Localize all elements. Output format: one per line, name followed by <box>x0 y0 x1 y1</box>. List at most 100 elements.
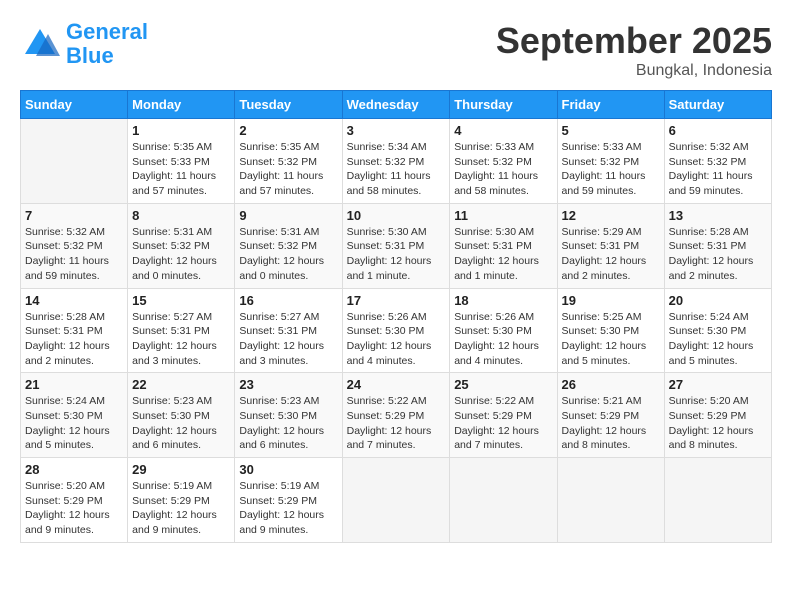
day-number: 12 <box>562 208 660 223</box>
day-info: Sunrise: 5:30 AM Sunset: 5:31 PM Dayligh… <box>454 225 552 284</box>
day-info: Sunrise: 5:24 AM Sunset: 5:30 PM Dayligh… <box>25 394 123 453</box>
calendar-cell: 18Sunrise: 5:26 AM Sunset: 5:30 PM Dayli… <box>450 288 557 373</box>
day-number: 21 <box>25 377 123 392</box>
day-number: 18 <box>454 293 552 308</box>
day-number: 15 <box>132 293 230 308</box>
title-block: September 2025 Bungkal, Indonesia <box>496 20 772 80</box>
month-title: September 2025 <box>496 20 772 62</box>
calendar-cell <box>21 119 128 204</box>
calendar-cell: 19 Sunrise: 5:25 AM Sunset: 5:30 PM Dayli… <box>557 288 664 373</box>
logo-icon <box>20 24 60 64</box>
day-number: 2 <box>239 123 337 138</box>
calendar-cell: 21 Sunrise: 5:24 AM Sunset: 5:30 PM Dayli… <box>21 373 128 458</box>
calendar-cell: 15 Sunrise: 5:27 AM Sunset: 5:31 PM Dayli… <box>128 288 235 373</box>
day-info: Sunrise: 5:35 AM Sunset: 5:33 PM Dayligh… <box>132 140 230 199</box>
day-info: Sunrise: 5:30 AM Sunset: 5:31 PM Dayligh… <box>347 225 446 284</box>
calendar-header-row: SundayMondayTuesdayWednesdayThursdayFrid… <box>21 91 772 119</box>
header-tuesday: Tuesday <box>235 91 342 119</box>
header-wednesday: Wednesday <box>342 91 450 119</box>
calendar-cell: 24 Sunrise: 5:22 AM Sunset: 5:29 PM Dayli… <box>342 373 450 458</box>
day-info: Sunrise: 5:26 AM Sunset: 5:30 PM Dayligh… <box>347 310 446 369</box>
header-monday: Monday <box>128 91 235 119</box>
calendar-cell <box>557 458 664 543</box>
calendar-cell: 10 Sunrise: 5:30 AM Sunset: 5:31 PM Dayli… <box>342 203 450 288</box>
calendar-cell: 16 Sunrise: 5:27 AM Sunset: 5:31 PM Dayli… <box>235 288 342 373</box>
day-number: 4 <box>454 123 552 138</box>
day-number: 10 <box>347 208 446 223</box>
calendar-cell: 8Sunrise: 5:31 AM Sunset: 5:32 PM Daylig… <box>128 203 235 288</box>
day-info: Sunrise: 5:27 AM Sunset: 5:31 PM Dayligh… <box>239 310 337 369</box>
day-number: 30 <box>239 462 337 477</box>
calendar-cell: 20 Sunrise: 5:24 AM Sunset: 5:30 PM Dayli… <box>664 288 771 373</box>
header-sunday: Sunday <box>21 91 128 119</box>
calendar-cell: 12 Sunrise: 5:29 AM Sunset: 5:31 PM Dayli… <box>557 203 664 288</box>
calendar-cell: 30 Sunrise: 5:19 AM Sunset: 5:29 PM Dayli… <box>235 458 342 543</box>
day-info: Sunrise: 5:32 AM Sunset: 5:32 PM Dayligh… <box>25 225 123 284</box>
calendar-cell: 28Sunrise: 5:20 AM Sunset: 5:29 PM Dayli… <box>21 458 128 543</box>
day-number: 23 <box>239 377 337 392</box>
day-number: 1 <box>132 123 230 138</box>
calendar-cell: 6Sunrise: 5:32 AM Sunset: 5:32 PM Daylig… <box>664 119 771 204</box>
day-number: 19 <box>562 293 660 308</box>
location-subtitle: Bungkal, Indonesia <box>496 62 772 80</box>
day-number: 7 <box>25 208 123 223</box>
day-info: Sunrise: 5:23 AM Sunset: 5:30 PM Dayligh… <box>239 394 337 453</box>
logo-text: General Blue <box>66 20 148 68</box>
day-number: 25 <box>454 377 552 392</box>
calendar-cell: 25 Sunrise: 5:22 AM Sunset: 5:29 PM Dayli… <box>450 373 557 458</box>
day-info: Sunrise: 5:22 AM Sunset: 5:29 PM Dayligh… <box>454 394 552 453</box>
day-number: 29 <box>132 462 230 477</box>
day-info: Sunrise: 5:20 AM Sunset: 5:29 PM Dayligh… <box>25 479 123 538</box>
calendar-cell: 22 Sunrise: 5:23 AM Sunset: 5:30 PM Dayli… <box>128 373 235 458</box>
day-number: 5 <box>562 123 660 138</box>
day-info: Sunrise: 5:29 AM Sunset: 5:31 PM Dayligh… <box>562 225 660 284</box>
day-number: 14 <box>25 293 123 308</box>
day-number: 3 <box>347 123 446 138</box>
calendar-cell: 11Sunrise: 5:30 AM Sunset: 5:31 PM Dayli… <box>450 203 557 288</box>
day-number: 27 <box>669 377 767 392</box>
calendar-cell: 2 Sunrise: 5:35 AM Sunset: 5:32 PM Daylig… <box>235 119 342 204</box>
day-number: 24 <box>347 377 446 392</box>
calendar-week-row: 7 Sunrise: 5:32 AM Sunset: 5:32 PM Daylig… <box>21 203 772 288</box>
calendar-cell: 7 Sunrise: 5:32 AM Sunset: 5:32 PM Daylig… <box>21 203 128 288</box>
day-number: 9 <box>239 208 337 223</box>
day-info: Sunrise: 5:32 AM Sunset: 5:32 PM Dayligh… <box>669 140 767 199</box>
day-info: Sunrise: 5:19 AM Sunset: 5:29 PM Dayligh… <box>132 479 230 538</box>
calendar-cell: 1 Sunrise: 5:35 AM Sunset: 5:33 PM Daylig… <box>128 119 235 204</box>
day-number: 13 <box>669 208 767 223</box>
calendar-cell <box>450 458 557 543</box>
day-info: Sunrise: 5:20 AM Sunset: 5:29 PM Dayligh… <box>669 394 767 453</box>
calendar-cell: 4 Sunrise: 5:33 AM Sunset: 5:32 PM Daylig… <box>450 119 557 204</box>
calendar-cell: 23 Sunrise: 5:23 AM Sunset: 5:30 PM Dayli… <box>235 373 342 458</box>
day-info: Sunrise: 5:33 AM Sunset: 5:32 PM Dayligh… <box>454 140 552 199</box>
day-info: Sunrise: 5:21 AM Sunset: 5:29 PM Dayligh… <box>562 394 660 453</box>
day-number: 17 <box>347 293 446 308</box>
calendar-cell <box>664 458 771 543</box>
day-info: Sunrise: 5:34 AM Sunset: 5:32 PM Dayligh… <box>347 140 446 199</box>
day-info: Sunrise: 5:27 AM Sunset: 5:31 PM Dayligh… <box>132 310 230 369</box>
header-saturday: Saturday <box>664 91 771 119</box>
calendar-week-row: 28Sunrise: 5:20 AM Sunset: 5:29 PM Dayli… <box>21 458 772 543</box>
calendar-cell <box>342 458 450 543</box>
day-info: Sunrise: 5:24 AM Sunset: 5:30 PM Dayligh… <box>669 310 767 369</box>
day-info: Sunrise: 5:25 AM Sunset: 5:30 PM Dayligh… <box>562 310 660 369</box>
logo-general: General <box>66 19 148 44</box>
day-number: 20 <box>669 293 767 308</box>
day-info: Sunrise: 5:19 AM Sunset: 5:29 PM Dayligh… <box>239 479 337 538</box>
calendar-cell: 3 Sunrise: 5:34 AM Sunset: 5:32 PM Daylig… <box>342 119 450 204</box>
day-info: Sunrise: 5:35 AM Sunset: 5:32 PM Dayligh… <box>239 140 337 199</box>
day-number: 26 <box>562 377 660 392</box>
calendar-cell: 29 Sunrise: 5:19 AM Sunset: 5:29 PM Dayli… <box>128 458 235 543</box>
header-friday: Friday <box>557 91 664 119</box>
calendar-cell: 17 Sunrise: 5:26 AM Sunset: 5:30 PM Dayli… <box>342 288 450 373</box>
calendar-cell: 14Sunrise: 5:28 AM Sunset: 5:31 PM Dayli… <box>21 288 128 373</box>
logo: General Blue <box>20 20 148 68</box>
calendar-cell: 26 Sunrise: 5:21 AM Sunset: 5:29 PM Dayli… <box>557 373 664 458</box>
day-info: Sunrise: 5:22 AM Sunset: 5:29 PM Dayligh… <box>347 394 446 453</box>
day-info: Sunrise: 5:33 AM Sunset: 5:32 PM Dayligh… <box>562 140 660 199</box>
day-info: Sunrise: 5:23 AM Sunset: 5:30 PM Dayligh… <box>132 394 230 453</box>
calendar-cell: 9Sunrise: 5:31 AM Sunset: 5:32 PM Daylig… <box>235 203 342 288</box>
calendar-week-row: 1 Sunrise: 5:35 AM Sunset: 5:33 PM Daylig… <box>21 119 772 204</box>
day-number: 16 <box>239 293 337 308</box>
day-number: 22 <box>132 377 230 392</box>
